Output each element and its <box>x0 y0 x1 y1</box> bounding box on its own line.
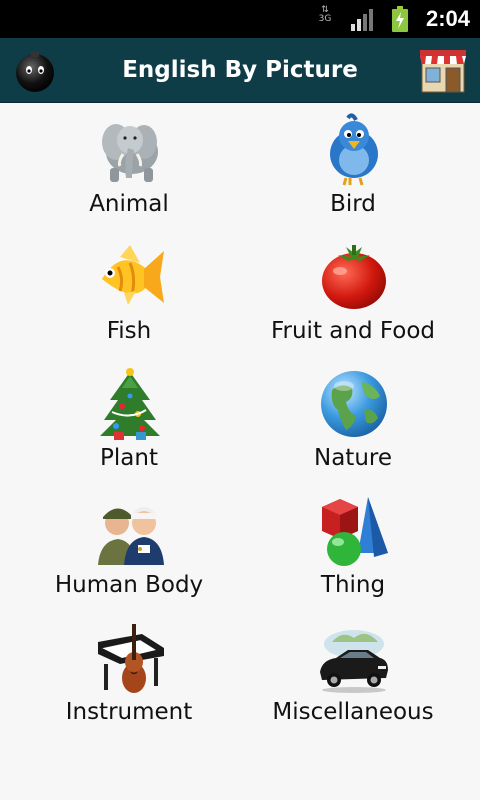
category-fruit-and-food[interactable]: Fruit and Food <box>233 235 473 361</box>
clock: 2:04 <box>426 6 471 31</box>
category-bird[interactable]: Bird <box>233 108 473 234</box>
people-icon <box>98 507 164 565</box>
app-title: English By Picture <box>122 57 358 83</box>
category-instrument[interactable]: Instrument <box>9 616 249 742</box>
category-label: Fruit and Food <box>270 318 436 344</box>
category-label: Plant <box>100 445 158 471</box>
signal-icon <box>351 9 373 31</box>
category-label: Bird <box>330 191 376 217</box>
category-miscellaneous[interactable]: Miscellaneous <box>233 616 473 742</box>
globe-icon <box>321 371 387 437</box>
battery-charging-icon <box>392 6 408 32</box>
title-bar: English By Picture <box>0 38 480 103</box>
shapes-icon <box>322 497 388 566</box>
category-label: Nature <box>314 445 392 471</box>
category-plant[interactable]: Plant <box>9 362 249 488</box>
category-label: Thing <box>320 572 386 598</box>
fish-icon <box>102 245 164 305</box>
category-label: Instrument <box>65 699 193 725</box>
instruments-icon <box>98 624 164 693</box>
category-nature[interactable]: Nature <box>233 362 473 488</box>
category-animal[interactable]: Animal <box>9 108 249 234</box>
category-label: Animal <box>89 191 169 217</box>
network-type: 3G <box>318 14 332 24</box>
category-label: Miscellaneous <box>272 699 434 725</box>
category-human-body[interactable]: Human Body <box>9 489 249 615</box>
car-icon <box>320 630 388 693</box>
elephant-icon <box>102 124 158 182</box>
network-indicator: ⇅ 3G <box>316 6 334 32</box>
tomato-icon <box>322 245 386 309</box>
category-thing[interactable]: Thing <box>233 489 473 615</box>
bird-icon <box>330 113 378 186</box>
category-fish[interactable]: Fish <box>9 235 249 361</box>
store-icon[interactable] <box>418 46 468 94</box>
category-label: Human Body <box>54 572 204 598</box>
status-bar: ⇅ 3G 2:04 <box>0 0 480 38</box>
christmas-tree-icon <box>100 368 160 440</box>
category-label: Fish <box>106 318 152 344</box>
